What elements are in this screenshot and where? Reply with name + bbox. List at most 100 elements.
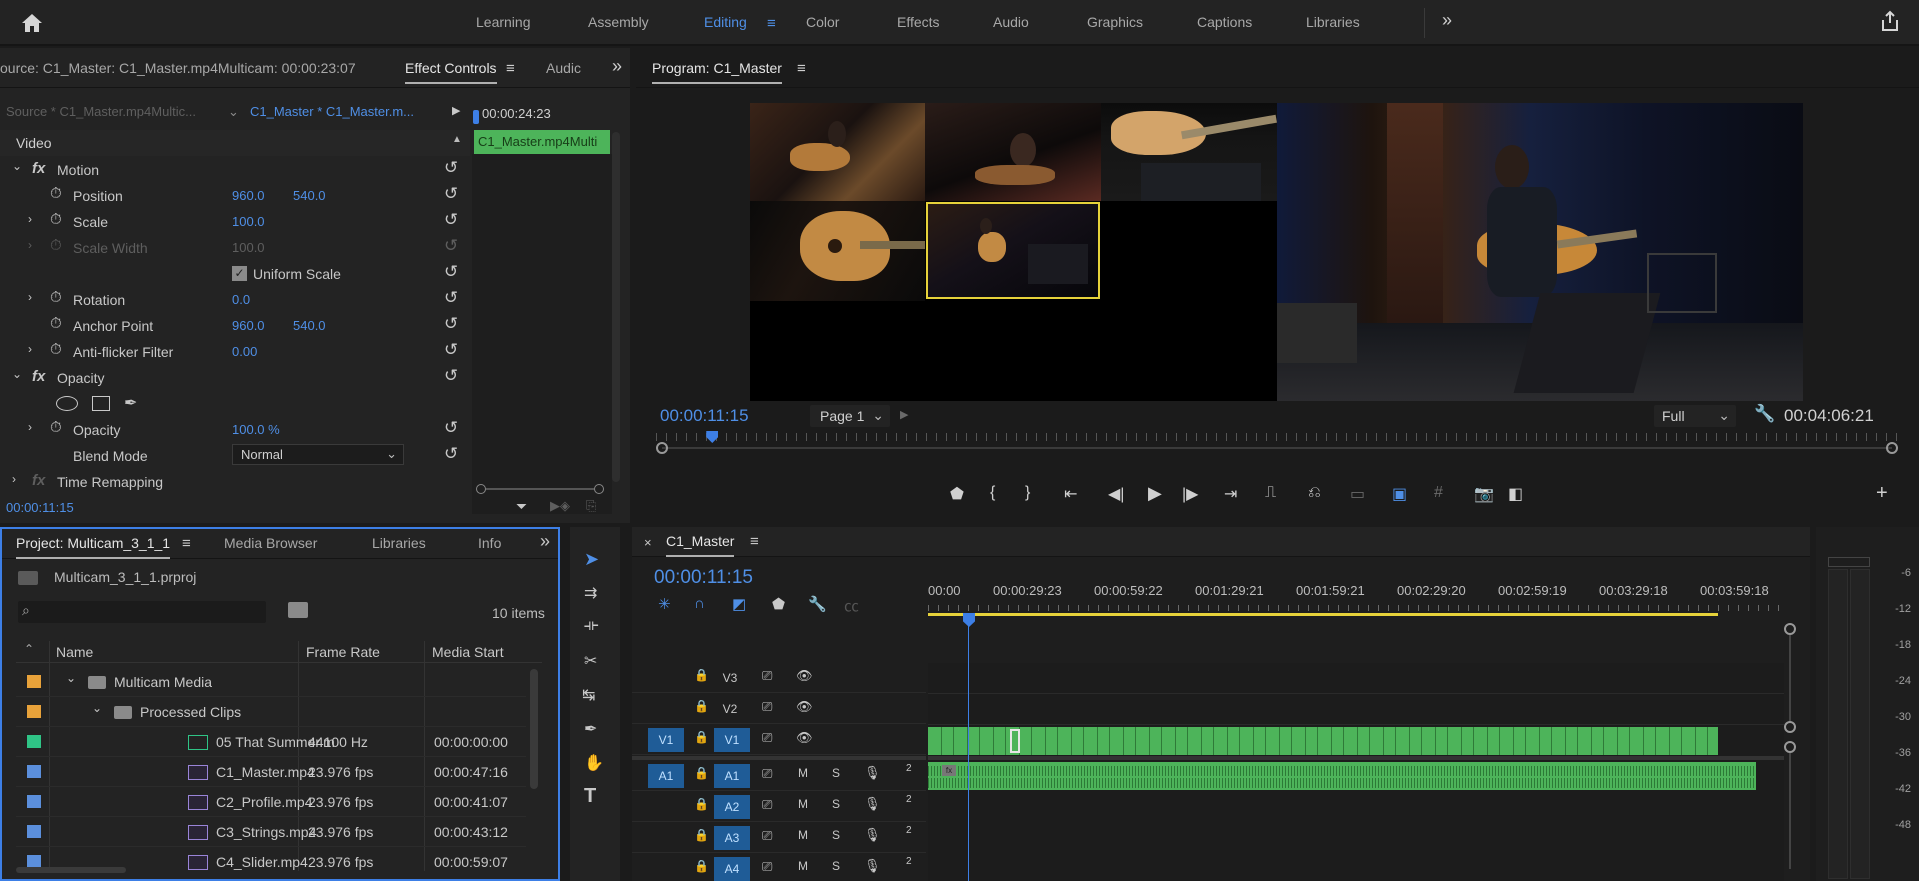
sync-lock-icon[interactable]: ⎚: [762, 859, 772, 875]
tab-media-browser[interactable]: Media Browser: [224, 535, 317, 551]
sync-lock-icon[interactable]: ⎚: [762, 766, 772, 782]
sync-lock-icon[interactable]: ⎚: [762, 668, 772, 684]
more-workspaces-icon[interactable]: »: [1442, 10, 1452, 31]
chevron-down-icon[interactable]: ⌄: [92, 701, 102, 715]
reset-icon[interactable]: ↺: [444, 444, 458, 464]
timeline-playhead[interactable]: [968, 617, 969, 881]
chevron-right-icon[interactable]: ›: [28, 212, 32, 226]
work-area-bar[interactable]: [928, 613, 1718, 616]
mute-button[interactable]: M: [798, 797, 808, 811]
track-area[interactable]: fx: [928, 613, 1784, 881]
sort-up-icon[interactable]: ⌃: [24, 642, 34, 656]
microphone-icon[interactable]: 🎙: [864, 827, 881, 843]
opacity-section-row[interactable]: ⌄ fx Opacity ↺: [0, 364, 470, 390]
a1-clip[interactable]: fx: [928, 762, 1756, 790]
step-forward-icon[interactable]: |▶: [1182, 484, 1198, 504]
multicam-angle-4[interactable]: [750, 201, 925, 301]
track-select-tool-icon[interactable]: ⇉: [584, 583, 597, 603]
timeline-ruler[interactable]: 00:00 00:00:29:23 00:00:59:22 00:01:29:21 00…: [928, 577, 1788, 617]
ellipse-mask-icon[interactable]: [56, 396, 78, 411]
project-scrollbar[interactable]: [530, 669, 538, 789]
mini-clip-bar[interactable]: C1_Master.mp4Multi: [474, 130, 610, 154]
scrollbar[interactable]: [612, 132, 620, 482]
go-to-out-icon[interactable]: ⇥: [1224, 484, 1237, 504]
collapse-up-icon[interactable]: ▲: [452, 134, 462, 145]
track-label[interactable]: V3: [718, 666, 742, 690]
mini-playhead[interactable]: [473, 110, 479, 124]
effect-controls-timecode[interactable]: 00:00:11:15: [6, 500, 74, 515]
eye-icon[interactable]: 👁: [796, 730, 813, 746]
mute-button[interactable]: M: [798, 859, 808, 873]
home-icon[interactable]: [20, 12, 44, 34]
play-icon[interactable]: ▶: [1148, 483, 1162, 504]
label-color-swatch[interactable]: [26, 764, 42, 779]
program-scrubber[interactable]: [656, 431, 1898, 455]
position-y-value[interactable]: 540.0: [293, 188, 326, 203]
label-color-swatch[interactable]: [26, 734, 42, 749]
source-clip-dropdown[interactable]: Source * C1_Master.mp4Multic... ⌄: [6, 104, 244, 124]
more-panels-icon[interactable]: »: [612, 56, 622, 77]
lock-icon[interactable]: 🔒: [694, 699, 709, 713]
tab-learning[interactable]: Learning: [476, 14, 531, 30]
page-dropdown[interactable]: Page 1 ⌄: [810, 405, 890, 427]
sync-lock-icon[interactable]: ⎚: [762, 699, 772, 715]
mark-in-icon[interactable]: {: [990, 484, 995, 502]
stopwatch-icon[interactable]: ⏱: [50, 211, 62, 228]
multicam-angle-1[interactable]: [750, 103, 925, 201]
panel-menu-icon[interactable]: ≡: [182, 535, 191, 552]
lift-icon[interactable]: ⎍: [1265, 484, 1276, 502]
scale-value[interactable]: 100.0: [232, 214, 265, 229]
list-item[interactable]: C2_Profile.mp4 23.976 fps 00:00:41:07: [16, 787, 526, 817]
pen-tool-icon[interactable]: ✒: [584, 719, 597, 739]
anchor-y-value[interactable]: 540.0: [293, 318, 326, 333]
reset-icon[interactable]: ↺: [444, 314, 458, 334]
stopwatch-icon[interactable]: ⏱: [50, 185, 62, 202]
more-panels-icon[interactable]: »: [540, 531, 550, 552]
razor-tool-icon[interactable]: ✂: [584, 651, 597, 671]
microphone-icon[interactable]: 🎙: [864, 796, 881, 812]
position-x-value[interactable]: 960.0: [232, 188, 265, 203]
anti-flicker-value[interactable]: 0.00: [232, 344, 257, 359]
source-patch-v1[interactable]: V1: [648, 728, 684, 752]
search-input[interactable]: ⌕: [18, 601, 266, 623]
chevron-down-icon[interactable]: ⌄: [12, 367, 22, 381]
reset-icon[interactable]: ↺: [444, 288, 458, 308]
tab-audio[interactable]: Audio: [993, 14, 1029, 30]
timeline-playhead-head[interactable]: [963, 613, 975, 627]
chevron-right-icon[interactable]: ›: [28, 290, 32, 304]
multicam-angle-3[interactable]: [1101, 103, 1277, 201]
chevron-right-icon[interactable]: ›: [12, 472, 16, 486]
microphone-icon[interactable]: 🎙: [864, 858, 881, 874]
mark-out-icon[interactable]: }: [1025, 484, 1030, 502]
add-marker-icon[interactable]: ⬟: [950, 484, 964, 504]
timeline-v-scrollbar[interactable]: [1782, 623, 1796, 873]
timeline-settings-icon[interactable]: 🔧: [808, 595, 827, 613]
lock-icon[interactable]: 🔒: [694, 828, 709, 842]
play-clip-icon[interactable]: ▶: [452, 104, 460, 117]
snap-icon[interactable]: ∩: [694, 595, 705, 612]
label-color-swatch[interactable]: [26, 794, 42, 809]
track-target-a2[interactable]: A2: [714, 795, 750, 819]
fx-icon[interactable]: fx: [32, 160, 45, 177]
sync-lock-icon[interactable]: ⎚: [762, 828, 772, 844]
time-remapping-row[interactable]: › fx Time Remapping: [0, 468, 470, 494]
step-back-icon[interactable]: ◀|: [1108, 484, 1124, 504]
tab-source[interactable]: ource: C1_Master: C1_Master.mp4Multicam:…: [0, 60, 356, 76]
multicam-view-icon[interactable]: ▣: [1392, 484, 1407, 504]
add-button-icon[interactable]: +: [1876, 482, 1888, 505]
rectangle-mask-icon[interactable]: [92, 396, 110, 411]
lock-icon[interactable]: 🔒: [694, 730, 709, 744]
fx-badge-icon[interactable]: fx: [942, 765, 956, 776]
microphone-icon[interactable]: 🎙: [864, 765, 881, 781]
tab-editing[interactable]: Editing: [704, 14, 747, 30]
reset-icon[interactable]: ↺: [444, 158, 458, 178]
stopwatch-icon[interactable]: ⏱: [50, 419, 62, 436]
type-tool-icon[interactable]: T: [584, 785, 596, 808]
tab-audio-clip-mixer[interactable]: Audic: [546, 60, 581, 76]
list-item[interactable]: 05 That Summer.m 44100 Hz 00:00:00:00: [16, 727, 526, 757]
mute-button[interactable]: M: [798, 828, 808, 842]
opacity-value[interactable]: 100.0 %: [232, 422, 280, 437]
selection-tool-icon[interactable]: ➤: [584, 549, 599, 570]
panel-menu-icon[interactable]: ≡: [506, 60, 515, 77]
eye-icon[interactable]: 👁: [796, 668, 813, 684]
